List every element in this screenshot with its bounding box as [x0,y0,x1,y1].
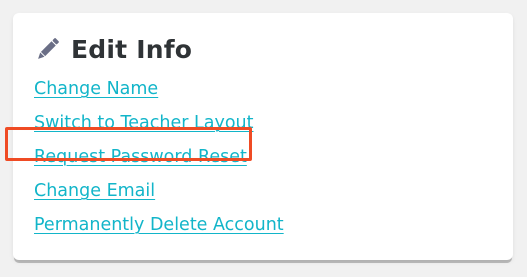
change-name-link[interactable]: Change Name [34,75,284,109]
request-password-reset-link[interactable]: Request Password Reset [34,143,284,177]
edit-links-list: Change Name Switch to Teacher Layout Req… [34,75,284,245]
card-header: Edit Info [33,31,192,67]
change-email-link[interactable]: Change Email [34,177,284,211]
card-title: Edit Info [71,34,193,64]
delete-account-link[interactable]: Permanently Delete Account [34,211,284,245]
switch-teacher-layout-link[interactable]: Switch to Teacher Layout [34,109,284,143]
pencil-icon [38,38,59,59]
edit-info-card: Edit Info Change Name Switch to Teacher … [13,13,513,260]
